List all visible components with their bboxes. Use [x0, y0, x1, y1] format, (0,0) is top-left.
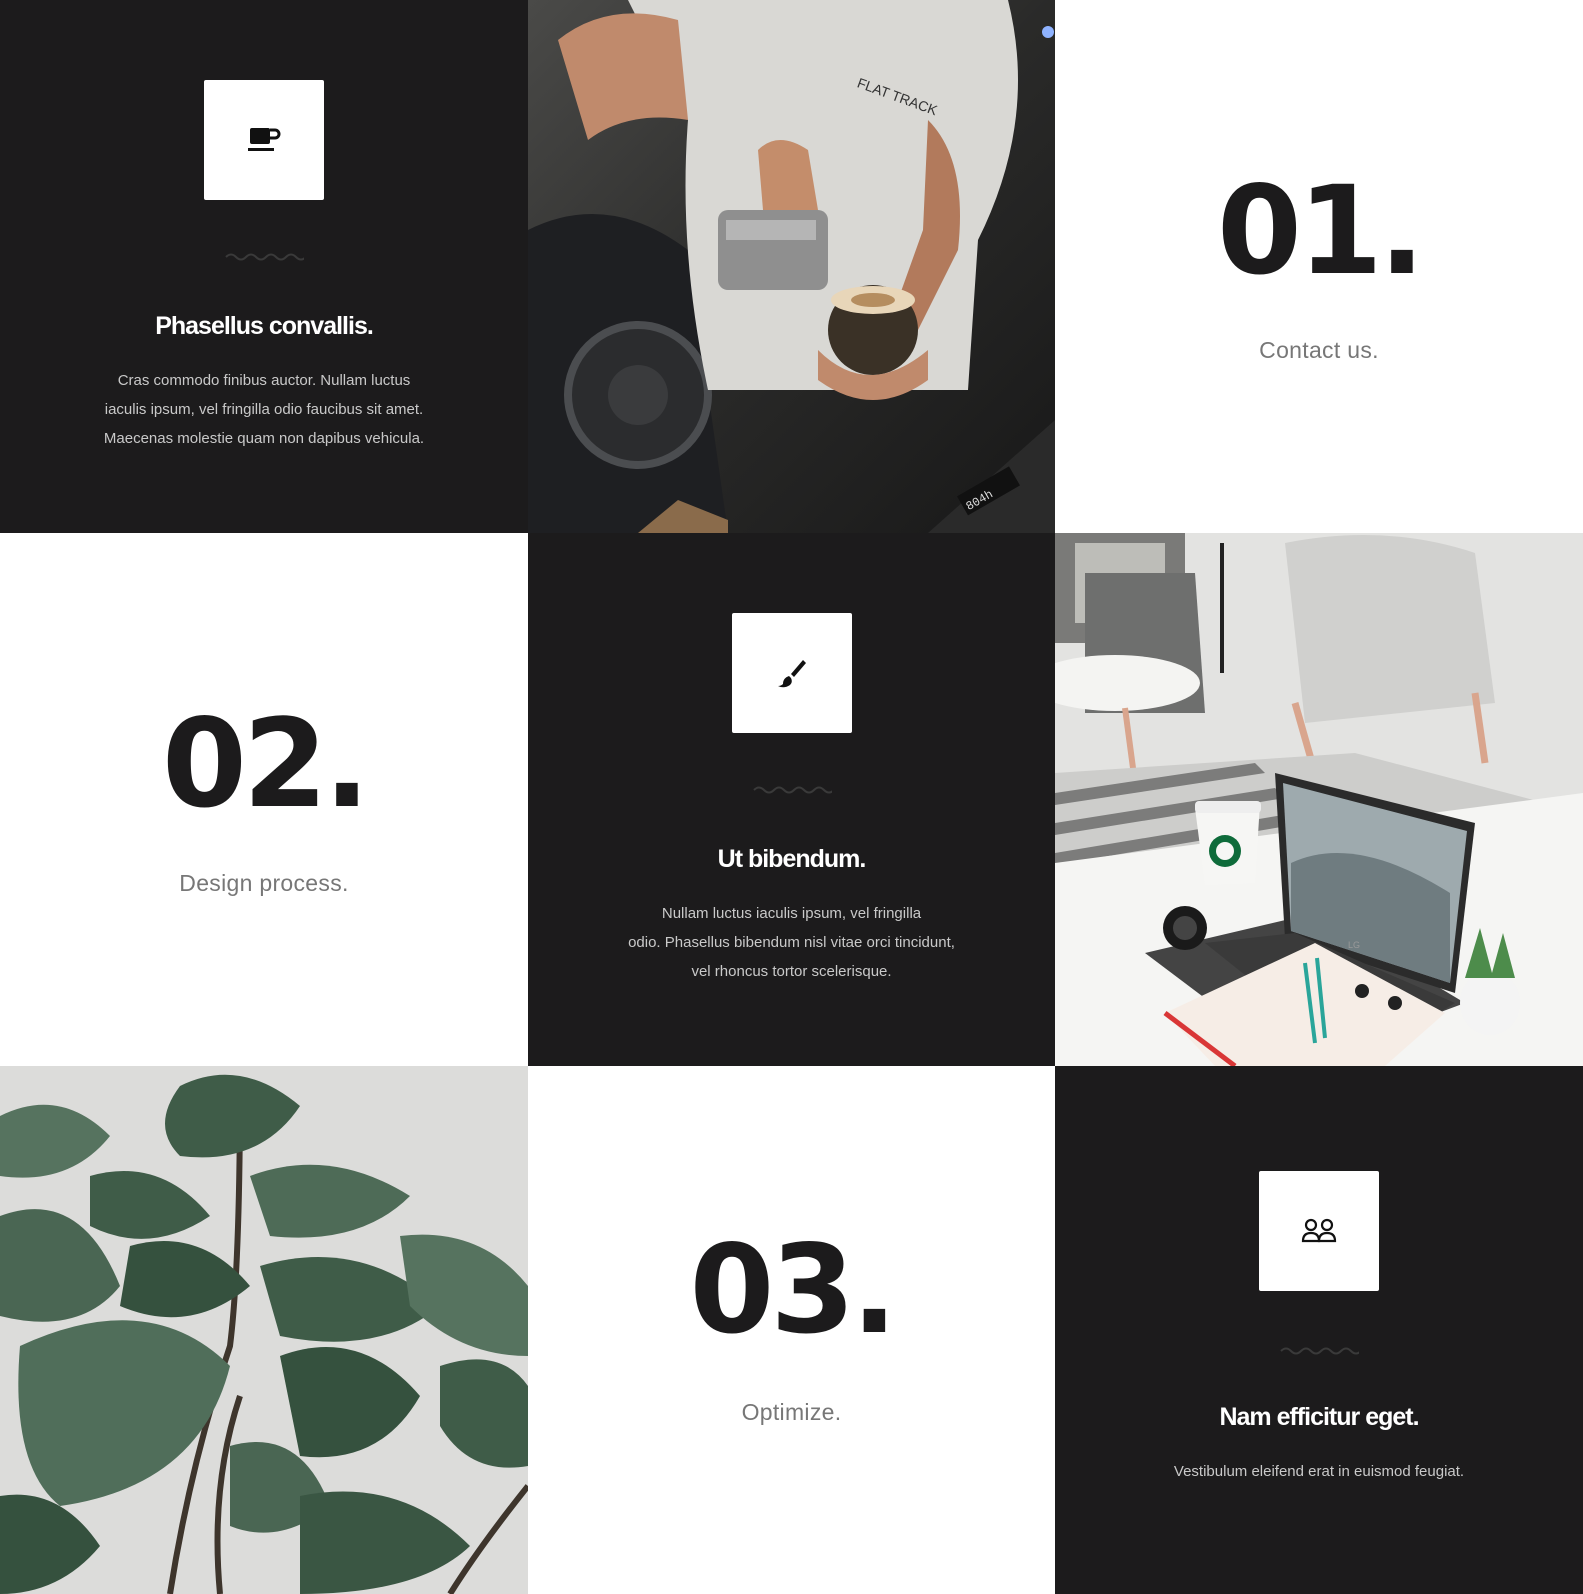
barista-image: FLAT TRACK 804h: [528, 0, 1055, 533]
laptop-desk-image: LG: [1055, 533, 1583, 1066]
laptop-desk-photo: LG: [1055, 533, 1583, 1066]
step-label: Optimize.: [741, 1399, 842, 1425]
step-number: 02.: [161, 693, 370, 835]
feature-description: Nullam luctus iaculis ipsum, vel fringil…: [578, 899, 1005, 986]
feature-card-nam-efficitur: Nam efficitur eget. Vestibulum eleifend …: [1055, 1066, 1583, 1594]
plant-photo: [0, 1066, 528, 1594]
desc-line: Maecenas molestie quam non dapibus vehic…: [103, 430, 425, 447]
desc-line: odio. Phasellus bibendum nisl vitae orci…: [628, 934, 955, 951]
coffee-cup-icon-box: [204, 80, 324, 200]
feature-card-ut-bibendum: Ut bibendum. Nullam luctus iaculis ipsum…: [528, 533, 1055, 1066]
feature-card-phasellus: Phasellus convallis. Cras commodo finibu…: [0, 0, 528, 533]
step-number: 01.: [1216, 160, 1425, 302]
step-label: Design process.: [179, 870, 349, 896]
feature-description: Cras commodo finibus auctor. Nullam luct…: [60, 366, 468, 453]
feature-title: Ut bibendum.: [717, 845, 867, 873]
plant-image: [0, 1066, 528, 1594]
coffee-cup-icon: [248, 128, 281, 151]
feature-description: Vestibulum eleifend erat in euismod feug…: [1115, 1457, 1523, 1486]
feature-title: Phasellus convallis.: [155, 312, 374, 340]
step-card-03: 03. Optimize.: [528, 1066, 1055, 1594]
desc-line: Cras commodo finibus auctor. Nullam luct…: [117, 372, 411, 389]
paint-brush-icon-box: [731, 613, 852, 733]
step-card-01: 01. Contact us.: [1055, 0, 1583, 533]
users-icon: [1301, 1218, 1337, 1243]
desc-line: Nullam luctus iaculis ipsum, vel fringil…: [661, 905, 922, 922]
step-number: 03.: [689, 1219, 897, 1361]
step-card-02: 02. Design process.: [0, 533, 528, 1066]
desc-line: vel rhoncus tortor scelerisque.: [691, 963, 892, 980]
desc-line: iaculis ipsum, vel fringilla odio faucib…: [104, 401, 424, 418]
barista-photo: FLAT TRACK 804h: [528, 0, 1055, 533]
feature-grid: Phasellus convallis. Cras commodo finibu…: [0, 0, 1583, 1594]
users-icon-box: [1259, 1171, 1379, 1291]
step-label: Contact us.: [1259, 337, 1379, 363]
feature-title: Nam efficitur eget.: [1219, 1403, 1419, 1431]
desc-line: Vestibulum eleifend erat in euismod feug…: [1173, 1463, 1465, 1480]
wave-divider: [1280, 1347, 1359, 1355]
wave-divider: [225, 253, 304, 261]
laptop-logo: LG: [1348, 940, 1360, 950]
paint-brush-icon: [777, 660, 806, 688]
wave-divider: [752, 786, 832, 794]
